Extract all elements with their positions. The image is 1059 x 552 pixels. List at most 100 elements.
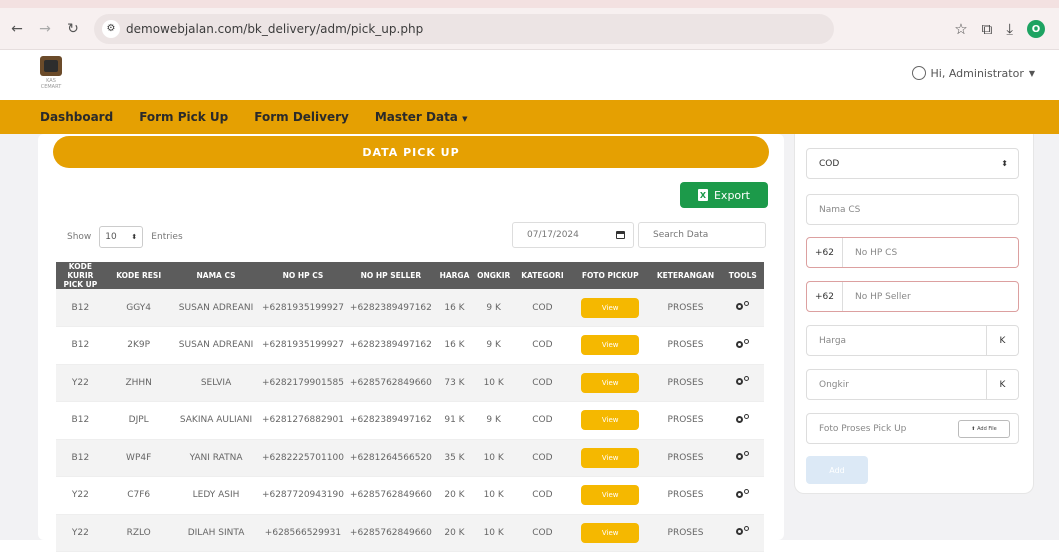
- harga-cell: 20 K: [435, 476, 474, 515]
- view-photo-button[interactable]: View: [581, 447, 640, 468]
- keterangan-cell: PROSES: [649, 514, 722, 552]
- kurir-cell: B12: [56, 326, 105, 365]
- foto-pickup-cell: View: [571, 439, 650, 477]
- profile-avatar[interactable]: O: [1027, 20, 1045, 38]
- caret-down-icon: ▼: [462, 115, 468, 123]
- gears-icon[interactable]: [735, 376, 750, 386]
- nav-form-pick-up[interactable]: Form Pick Up: [139, 110, 228, 124]
- column-header[interactable]: NO HP CS: [259, 262, 347, 289]
- kategori-cell: COD: [513, 476, 572, 515]
- gears-icon[interactable]: [735, 338, 750, 349]
- date-filter-input[interactable]: 07/17/2024: [512, 222, 634, 248]
- view-photo-button[interactable]: View: [581, 410, 640, 431]
- gears-icon[interactable]: [735, 526, 750, 536]
- user-menu[interactable]: Hi, Administrator ▼: [911, 66, 1035, 80]
- column-header[interactable]: KODE RESI: [104, 262, 173, 289]
- column-header[interactable]: KETERANGAN: [649, 262, 722, 289]
- kategori-select[interactable]: COD ⬍: [806, 148, 1019, 179]
- main-navbar: Dashboard Form Pick Up Form Delivery Mas…: [0, 100, 1059, 134]
- harga-cell: 35 K: [435, 439, 474, 477]
- no-hp-cs-placeholder: No HP CS: [855, 247, 898, 258]
- foto-pickup-cell: View: [571, 289, 650, 327]
- browser-actions: ☆ ⧉ ⤓ O: [954, 8, 1045, 50]
- table-row: B12 GGY4 SUSAN ADREANI +6281935199927 +62823…: [56, 289, 764, 327]
- save-button[interactable]: Add: [806, 456, 868, 484]
- tools-cell: [721, 289, 764, 327]
- entries-select[interactable]: 10 ⬍: [99, 226, 144, 248]
- show-label: Show: [67, 232, 92, 242]
- entries-control: Show 10 ⬍ Entries: [67, 226, 183, 248]
- entries-value: 10: [105, 232, 117, 242]
- table-header-row: KODE KURIR PICK UP KODE RESI NAMA CS NO HP …: [56, 262, 764, 289]
- harga-cell: 20 K: [435, 514, 474, 552]
- view-photo-button[interactable]: View: [581, 372, 640, 393]
- nav-master-data-label: Master Data: [374, 110, 458, 124]
- column-header[interactable]: KODE KURIR PICK UP: [56, 262, 105, 289]
- nav-master-data[interactable]: Master Data ▼: [375, 110, 468, 124]
- keterangan-cell: PROSES: [649, 476, 722, 515]
- choose-file-button[interactable]: ⬆ Add File: [958, 419, 1010, 438]
- ongkir-field[interactable]: Ongkir K: [806, 369, 1019, 400]
- view-photo-button[interactable]: View: [581, 485, 640, 506]
- resi-cell: GGY4: [104, 289, 173, 327]
- foto-upload-field[interactable]: Foto Proses Pick Up ⬆ Add File: [806, 413, 1019, 444]
- nama-cs-cell: SAKINA AULIANI: [172, 401, 260, 440]
- gears-icon[interactable]: [735, 451, 750, 461]
- choose-file-label: Add File: [977, 425, 997, 432]
- reload-icon[interactable]: ↻: [62, 18, 84, 40]
- harga-field[interactable]: Harga K: [806, 325, 1019, 356]
- gears-icon[interactable]: [735, 301, 750, 311]
- column-header[interactable]: FOTO PICKUP: [571, 262, 650, 289]
- ongkir-cell: 10 K: [473, 364, 514, 402]
- logo-box-icon: [40, 56, 62, 76]
- search-input[interactable]: [638, 222, 766, 248]
- nav-dashboard[interactable]: Dashboard: [40, 110, 113, 124]
- foto-pickup-cell: View: [571, 326, 650, 365]
- download-icon[interactable]: ⤓: [1006, 20, 1013, 38]
- user-label: Hi, Administrator: [930, 66, 1024, 80]
- forward-icon[interactable]: →: [34, 18, 56, 40]
- logo-text: KAS CEMART: [40, 78, 62, 90]
- excel-icon: X: [697, 189, 708, 201]
- keterangan-cell: PROSES: [649, 401, 722, 440]
- view-photo-button[interactable]: View: [581, 335, 640, 356]
- column-header[interactable]: TOOLS: [721, 262, 764, 289]
- gears-icon[interactable]: [735, 488, 750, 499]
- hp-seller-cell: +6282389497162: [346, 289, 436, 327]
- ongkir-cell: 10 K: [473, 476, 514, 515]
- foto-pickup-cell: View: [571, 401, 650, 440]
- column-header[interactable]: KATEGORI: [513, 262, 572, 289]
- back-icon[interactable]: ←: [6, 18, 28, 40]
- tools-cell: [721, 401, 764, 440]
- nav-form-delivery[interactable]: Form Delivery: [254, 110, 349, 124]
- calendar-icon[interactable]: [616, 231, 625, 239]
- pickup-table: KODE KURIR PICK UP KODE RESI NAMA CS NO HP …: [56, 262, 764, 552]
- extensions-icon[interactable]: ⧉: [982, 20, 993, 38]
- gears-icon[interactable]: [735, 413, 750, 424]
- resi-cell: WP4F: [104, 439, 173, 477]
- foto-placeholder: Foto Proses Pick Up: [819, 423, 907, 434]
- column-header[interactable]: NAMA CS: [172, 262, 260, 289]
- column-header[interactable]: HARGA: [435, 262, 474, 289]
- currency-suffix: K: [986, 370, 1018, 399]
- view-photo-button[interactable]: View: [581, 297, 640, 318]
- column-header[interactable]: NO HP SELLER: [346, 262, 436, 289]
- ongkir-cell: 10 K: [473, 514, 514, 552]
- export-button[interactable]: X Export: [680, 182, 768, 208]
- hp-seller-cell: +6285762849660: [346, 476, 436, 515]
- logo[interactable]: KAS CEMART: [38, 56, 64, 90]
- hp-seller-cell: +6282389497162: [346, 326, 436, 365]
- no-hp-cs-field[interactable]: +62 No HP CS: [806, 237, 1019, 268]
- column-header[interactable]: ONGKIR: [473, 262, 514, 289]
- table-row: B12 2K9P SUSAN ADREANI +6281935199927 +62823…: [56, 326, 764, 365]
- nama-cs-field[interactable]: Nama CS: [806, 194, 1019, 225]
- no-hp-seller-field[interactable]: +62 No HP Seller: [806, 281, 1019, 312]
- hp-seller-cell: +6282389497162: [346, 401, 436, 440]
- site-settings-icon[interactable]: ⚙: [102, 19, 120, 38]
- address-bar[interactable]: ⚙ demowebjalan.com/bk_delivery/adm/pick_…: [94, 13, 834, 44]
- keterangan-cell: PROSES: [649, 289, 722, 327]
- foto-pickup-cell: View: [571, 476, 650, 515]
- user-icon: [911, 66, 926, 80]
- bookmark-star-icon[interactable]: ☆: [954, 20, 967, 38]
- kurir-cell: B12: [56, 439, 105, 477]
